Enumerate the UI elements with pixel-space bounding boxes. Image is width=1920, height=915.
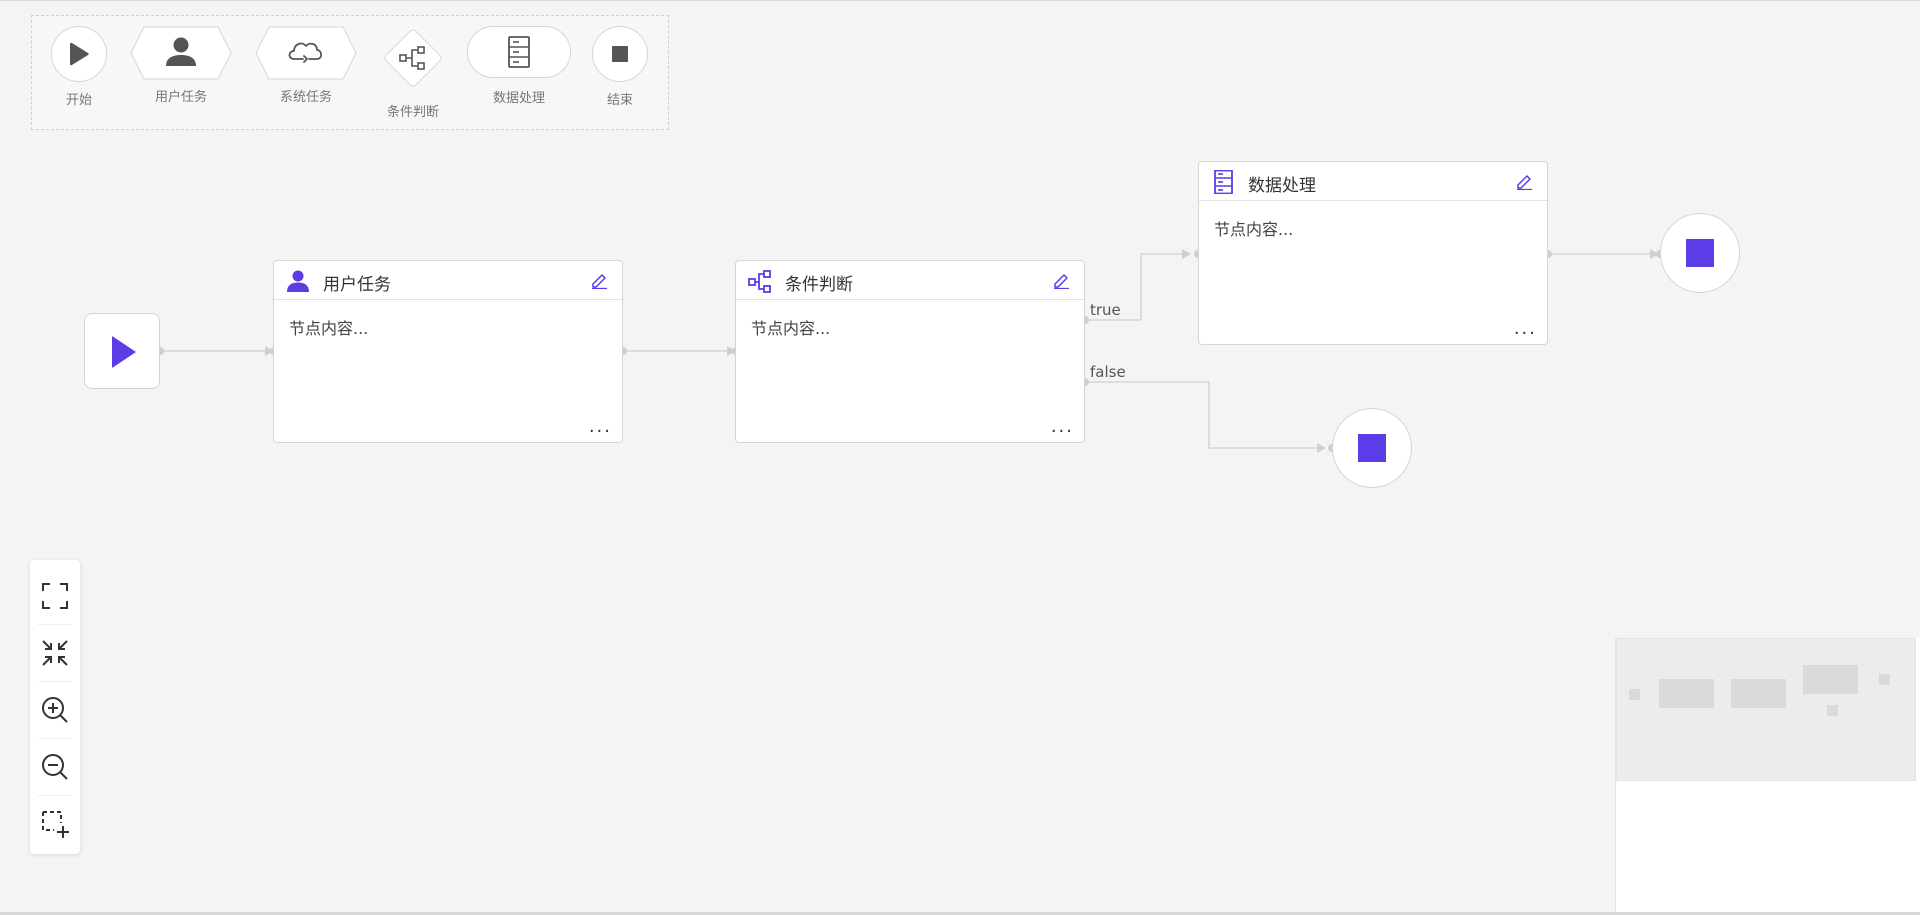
minimap-condition xyxy=(1731,679,1786,708)
end-node-bottom[interactable] xyxy=(1332,408,1412,488)
minimap[interactable] xyxy=(1615,638,1920,915)
separator xyxy=(38,795,72,796)
arrowhead xyxy=(1317,443,1326,453)
node-title: 数据处理 xyxy=(1248,176,1316,196)
server-icon xyxy=(1214,170,1233,194)
edge-label-true: true xyxy=(1090,301,1121,319)
zoom-out-button[interactable] xyxy=(35,744,75,790)
more-options-icon[interactable]: ... xyxy=(1514,320,1537,338)
separator xyxy=(38,738,72,739)
node-content: 节点内容... xyxy=(1214,220,1294,239)
edge-condition-false xyxy=(1085,381,1325,449)
branch-icon xyxy=(748,270,771,293)
minimap-end-top xyxy=(1879,674,1890,685)
zoom-in-icon xyxy=(42,697,68,723)
stop-icon xyxy=(1686,239,1714,267)
more-options-icon[interactable]: ... xyxy=(589,418,612,436)
condition-node[interactable]: 条件判断 节点内容... ... xyxy=(735,260,1085,443)
edge-label-false: false xyxy=(1090,363,1126,381)
edit-icon[interactable] xyxy=(1515,172,1533,190)
minimap-start xyxy=(1629,689,1640,700)
node-title: 条件判断 xyxy=(785,275,853,295)
user-icon xyxy=(287,270,309,292)
node-header: 条件判断 xyxy=(736,261,1084,300)
box-select-icon xyxy=(42,811,69,838)
play-icon xyxy=(112,336,136,368)
node-content: 节点内容... xyxy=(751,319,831,338)
stop-icon xyxy=(1358,434,1386,462)
arrowhead xyxy=(1182,249,1191,259)
fit-view-icon xyxy=(42,640,68,666)
zoom-out-icon xyxy=(42,754,68,780)
canvas-toolbar xyxy=(30,560,80,854)
user-task-node[interactable]: 用户任务 节点内容... ... xyxy=(273,260,623,443)
more-options-icon[interactable]: ... xyxy=(1051,418,1074,436)
separator xyxy=(38,624,72,625)
fit-view-button[interactable] xyxy=(35,630,75,676)
node-content: 节点内容... xyxy=(289,319,369,338)
node-header: 用户任务 xyxy=(274,261,622,300)
data-process-node[interactable]: 数据处理 节点内容... ... xyxy=(1198,161,1548,345)
fullscreen-button[interactable] xyxy=(35,573,75,619)
node-header: 数据处理 xyxy=(1199,162,1547,201)
minimap-user-task xyxy=(1659,679,1714,708)
box-select-button[interactable] xyxy=(35,801,75,847)
edit-icon[interactable] xyxy=(1052,271,1070,289)
minimap-viewport[interactable] xyxy=(1616,638,1916,781)
node-title: 用户任务 xyxy=(323,275,391,295)
minimap-data-process xyxy=(1803,665,1858,694)
fullscreen-icon xyxy=(42,583,68,609)
start-node[interactable] xyxy=(84,313,160,389)
minimap-end-bottom xyxy=(1827,705,1838,716)
separator xyxy=(38,681,72,682)
end-node-top[interactable] xyxy=(1660,213,1740,293)
edit-icon[interactable] xyxy=(590,271,608,289)
zoom-in-button[interactable] xyxy=(35,687,75,733)
